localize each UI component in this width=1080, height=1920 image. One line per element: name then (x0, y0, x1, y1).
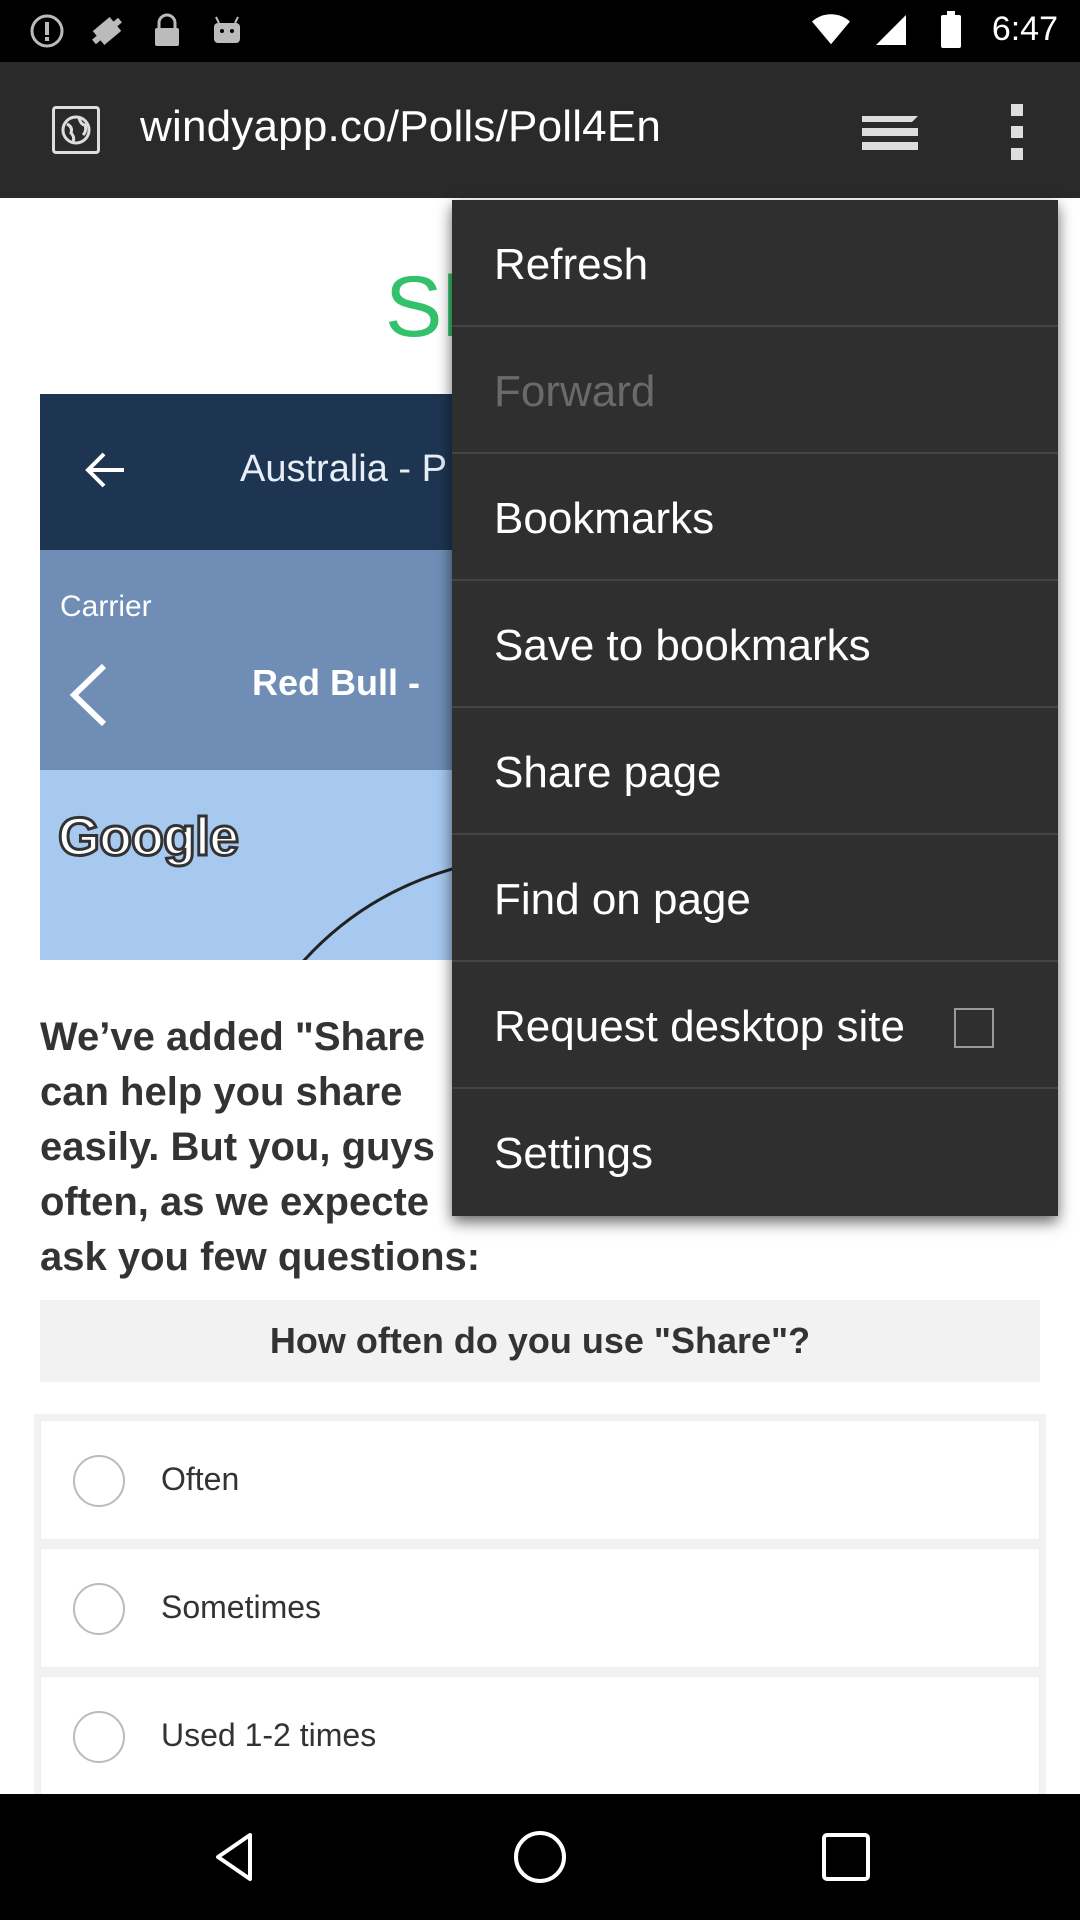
poll-option-sometimes[interactable]: Sometimes (40, 1548, 1040, 1668)
poll-option-label: Often (161, 1461, 240, 1497)
battery-icon (932, 10, 970, 49)
poll-question: How often do you use "Share"? (40, 1300, 1040, 1382)
lock-icon (148, 12, 186, 50)
page-title: Sl (385, 259, 462, 355)
tabs-icon[interactable] (858, 106, 922, 158)
poll-options: Often Sometimes Used 1-2 times (40, 1420, 1040, 1794)
url-bar[interactable]: windyapp.co/Polls/Poll4En (140, 102, 661, 152)
menu-item-label: Find on page (494, 875, 751, 924)
signal-icon (872, 11, 910, 49)
status-icons-left (28, 12, 246, 50)
radio-button[interactable] (73, 1711, 125, 1763)
poll-option-label: Sometimes (161, 1589, 322, 1625)
recent-apps-icon[interactable] (816, 1827, 876, 1887)
desktop-site-checkbox[interactable] (954, 1008, 994, 1048)
menu-item-label: Share page (494, 748, 722, 797)
menu-item-label: Forward (494, 367, 656, 416)
menu-item-label: Save to bookmarks (494, 621, 871, 670)
menu-item-request-desktop-site[interactable]: Request desktop site (452, 962, 1058, 1089)
intro-line: ask you few questions: (40, 1235, 481, 1279)
site-globe-icon[interactable] (52, 106, 100, 154)
fake-gps-icon (88, 12, 126, 50)
radio-button[interactable] (73, 1455, 125, 1507)
poll-option-used-1-2-times[interactable]: Used 1-2 times (40, 1676, 1040, 1794)
screenshot-carrier: Carrier (60, 590, 152, 623)
arrow-left-icon (78, 442, 134, 498)
screenshot-event-title: Red Bull - (252, 662, 420, 703)
poll-option-label: Used 1-2 times (161, 1717, 377, 1753)
system-navigation-bar (0, 1794, 1080, 1920)
google-logo: Google (57, 806, 241, 869)
menu-item-refresh[interactable]: Refresh (452, 200, 1058, 327)
menu-item-save-to-bookmarks[interactable]: Save to bookmarks (452, 581, 1058, 708)
menu-item-find-on-page[interactable]: Find on page (452, 835, 1058, 962)
menu-item-label: Settings (494, 1129, 653, 1178)
browser-overflow-menu: Refresh Forward Bookmarks Save to bookma… (452, 200, 1058, 1216)
menu-item-label: Request desktop site (494, 1002, 905, 1051)
menu-item-share-page[interactable]: Share page (452, 708, 1058, 835)
poll-question-text: How often do you use "Share"? (269, 1320, 811, 1361)
chevron-left-icon (62, 660, 116, 730)
menu-item-label: Refresh (494, 240, 649, 289)
poll-option-often[interactable]: Often (40, 1420, 1040, 1540)
back-icon[interactable] (206, 1827, 266, 1887)
wifi-icon (811, 11, 850, 49)
status-icons-right: 6:47 (811, 10, 1058, 49)
status-time: 6:47 (991, 10, 1058, 48)
status-bar: 6:47 (0, 0, 1080, 62)
alert-icon (28, 12, 66, 50)
menu-item-bookmarks[interactable]: Bookmarks (452, 454, 1058, 581)
menu-item-label: Bookmarks (494, 494, 715, 543)
screenshot-title: Australia - P (240, 448, 447, 490)
radio-button[interactable] (73, 1583, 125, 1635)
overflow-menu-icon[interactable] (1005, 102, 1029, 162)
browser-toolbar: windyapp.co/Polls/Poll4En (0, 62, 1080, 198)
home-icon[interactable] (510, 1827, 570, 1887)
android-icon (208, 12, 246, 50)
menu-item-forward[interactable]: Forward (452, 327, 1058, 454)
menu-item-settings[interactable]: Settings (452, 1089, 1058, 1216)
